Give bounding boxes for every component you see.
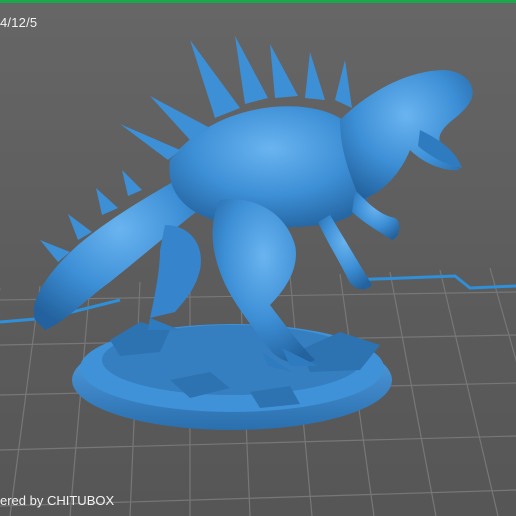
- date-label: 4/12/5: [0, 15, 38, 30]
- chitubox-watermark: ered by CHITUBOX: [0, 493, 115, 508]
- model-front-arm: [352, 190, 400, 240]
- 3d-viewport[interactable]: 4/12/5 ered by CHITUBOX: [0, 0, 516, 516]
- model-front-arm-lower: [318, 215, 372, 290]
- dinosaur-model[interactable]: [33, 36, 473, 430]
- model-head: [340, 70, 473, 200]
- scene-canvas[interactable]: [0, 0, 516, 516]
